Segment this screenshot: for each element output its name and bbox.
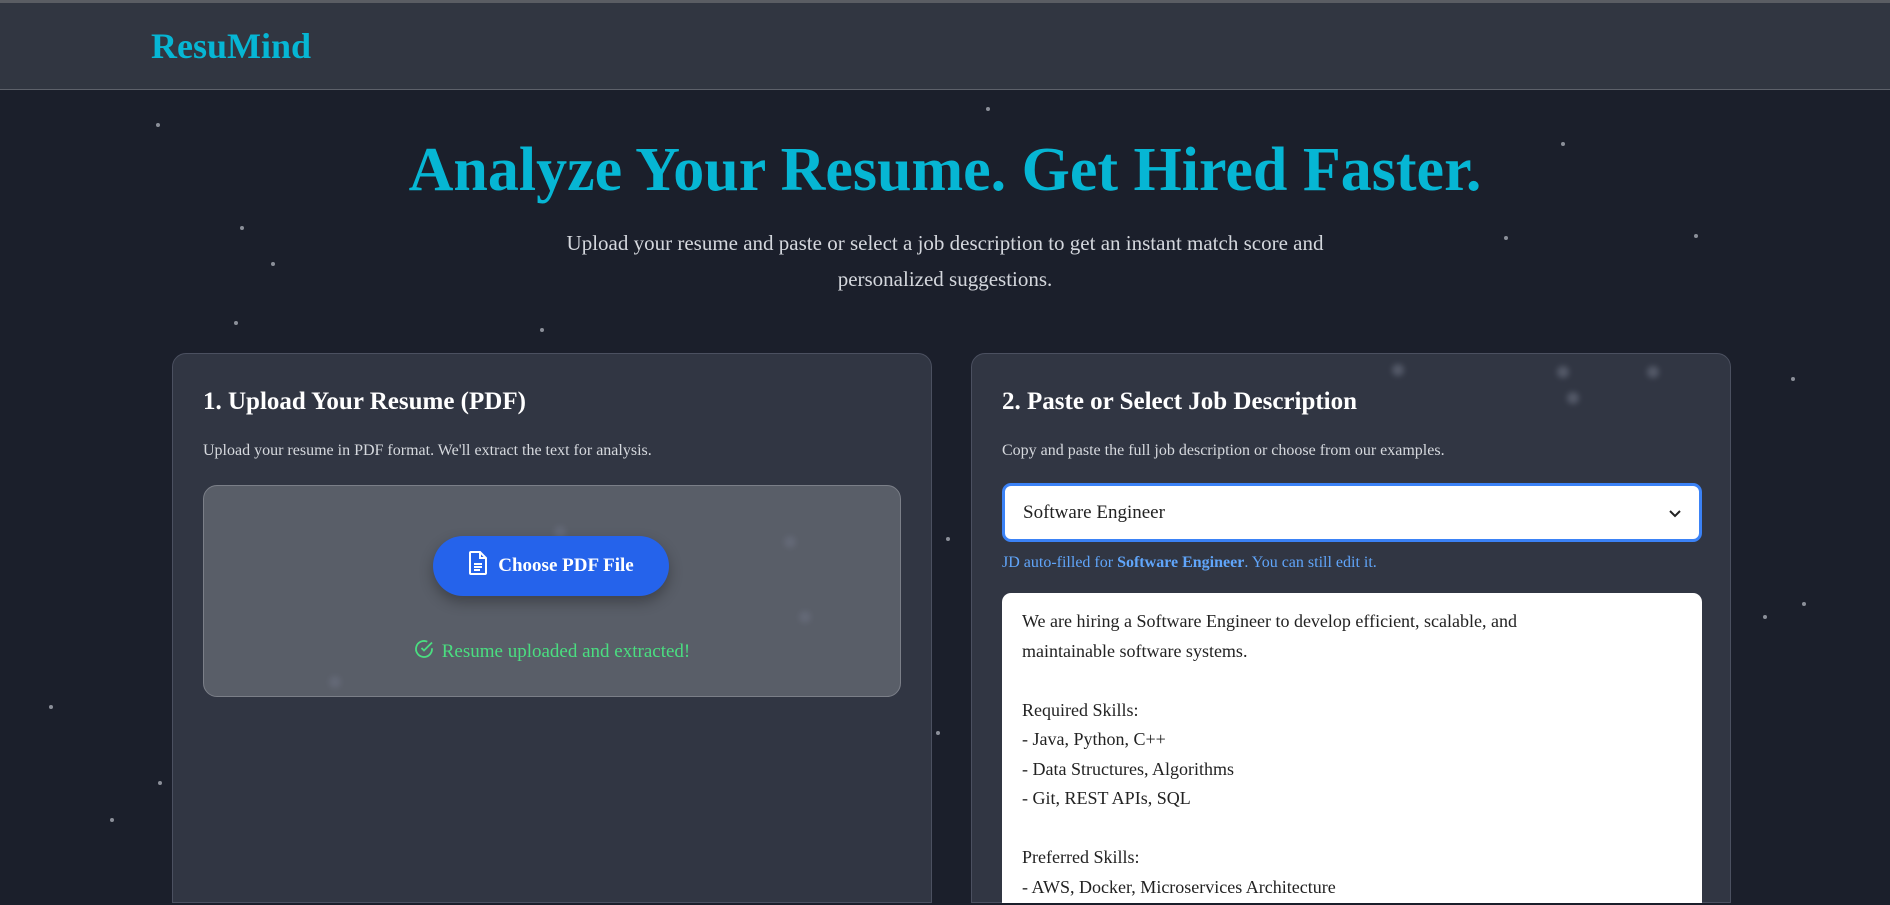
upload-card-description: Upload your resume in PDF format. We'll … (203, 442, 652, 459)
chevron-down-icon (1669, 502, 1681, 524)
choose-pdf-label: Choose PDF File (498, 555, 634, 576)
job-description-card: 2. Paste or Select Job Description Copy … (971, 353, 1731, 903)
hero-subtitle: Upload your resume and paste or select a… (566, 231, 1324, 291)
hint-prefix: JD auto-filled for (1002, 554, 1118, 571)
file-icon (468, 551, 488, 581)
jd-card-title: 2. Paste or Select Job Description (1002, 388, 1358, 415)
resume-dropzone[interactable]: Choose PDF File Resume uploaded and extr… (203, 485, 901, 697)
choose-pdf-button[interactable]: Choose PDF File (433, 536, 669, 596)
check-circle-icon (414, 639, 434, 665)
hint-role: Software Engineer (1117, 554, 1245, 571)
jd-card-description: Copy and paste the full job description … (1002, 442, 1445, 459)
upload-card-title: 1. Upload Your Resume (PDF) (203, 388, 526, 415)
job-role-select[interactable]: Software Engineer (1002, 483, 1702, 542)
top-nav: ResuMind (0, 3, 1890, 90)
upload-status: Resume uploaded and extracted! (204, 639, 900, 665)
upload-status-text: Resume uploaded and extracted! (441, 641, 691, 662)
job-description-textarea[interactable]: We are hiring a Software Engineer to dev… (1002, 593, 1702, 903)
upload-resume-card: 1. Upload Your Resume (PDF) Upload your … (172, 353, 932, 903)
hero-title: Analyze Your Resume. Get Hired Faster. (408, 136, 1482, 204)
hint-suffix: . You can still edit it. (1244, 554, 1377, 571)
job-role-selected: Software Engineer (1023, 501, 1165, 523)
logo[interactable]: ResuMind (151, 25, 311, 67)
autofill-hint: JD auto-filled for Software Engineer. Yo… (1002, 554, 1377, 572)
